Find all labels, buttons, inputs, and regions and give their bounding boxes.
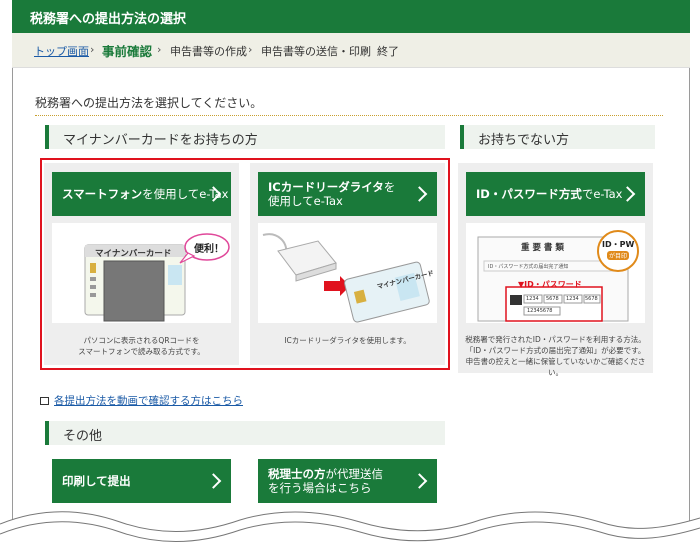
breadcrumb-step-end: 終了: [377, 45, 399, 58]
illus-badge-text: ID・PW: [602, 240, 635, 249]
illus-badge-mark: が目印: [607, 251, 630, 260]
section-header-nocard: お持ちでない方: [460, 125, 655, 149]
breadcrumb-step-create: 申告書等の作成: [170, 45, 247, 58]
idpw-description: 税務署で発行されたID・パスワードを利用する方法。 「ID・パスワード方式の届出…: [465, 335, 646, 377]
video-guide-link[interactable]: 各提出方法を動画で確認する方はこちら: [40, 393, 243, 408]
chevron-right-icon: [411, 473, 428, 489]
notice-document-icon: [477, 230, 639, 322]
page-header: 税務署への提出方法の選択: [12, 0, 690, 33]
illus-doc-sub: ID・パスワード方式の届出完了通知: [488, 264, 569, 270]
page-title: 税務署への提出方法の選択: [30, 12, 187, 27]
mynumber-options-highlight: [40, 158, 450, 370]
section-header-other: その他: [45, 421, 445, 445]
breadcrumb-separator: ›: [157, 43, 162, 56]
divider: [35, 115, 663, 116]
idpw-etax-button[interactable]: ID・パスワード方式でe-Tax: [466, 172, 645, 216]
card-idpw: ID・パスワード方式でe-Tax 重 要 書 類 ID・パスワード方式の届出完了…: [458, 163, 653, 377]
tax-accountant-button[interactable]: 税理士の方が代理送信 を行う場合はこちら: [258, 459, 437, 503]
chevron-right-icon: [205, 473, 222, 489]
print-submit-button[interactable]: 印刷して提出: [52, 459, 231, 503]
breadcrumb-step-send: 申告書等の送信・印刷: [261, 45, 371, 58]
breadcrumb-top-link[interactable]: トップ画面: [34, 43, 89, 59]
breadcrumb-separator: ›: [248, 43, 253, 56]
breadcrumb: トップ画面 › 事前確認 › 申告書等の作成 › 申告書等の送信・印刷 › 終了: [12, 33, 690, 68]
section-header-mynumber: マイナンバーカードをお持ちの方: [45, 125, 445, 149]
illus-id-label: ▼ID・パスワード: [518, 280, 582, 289]
instruction-text: 税務署への提出方法を選択してください。: [35, 96, 263, 110]
section-title: マイナンバーカードをお持ちの方: [63, 133, 258, 148]
breadcrumb-current-step: 事前確認: [102, 44, 153, 59]
illus-doc-title: 重 要 書 類: [521, 243, 564, 253]
torn-edge: [0, 511, 700, 558]
section-title: お持ちでない方: [478, 133, 570, 148]
idpw-illustration: 重 要 書 類 ID・パスワード方式の届出完了通知 ID・PW が目印 ▼ID・…: [466, 223, 645, 323]
breadcrumb-separator: ›: [90, 43, 95, 56]
window-icon: [40, 396, 49, 405]
section-title: その他: [63, 429, 103, 444]
breadcrumb-separator: ›: [364, 43, 369, 56]
